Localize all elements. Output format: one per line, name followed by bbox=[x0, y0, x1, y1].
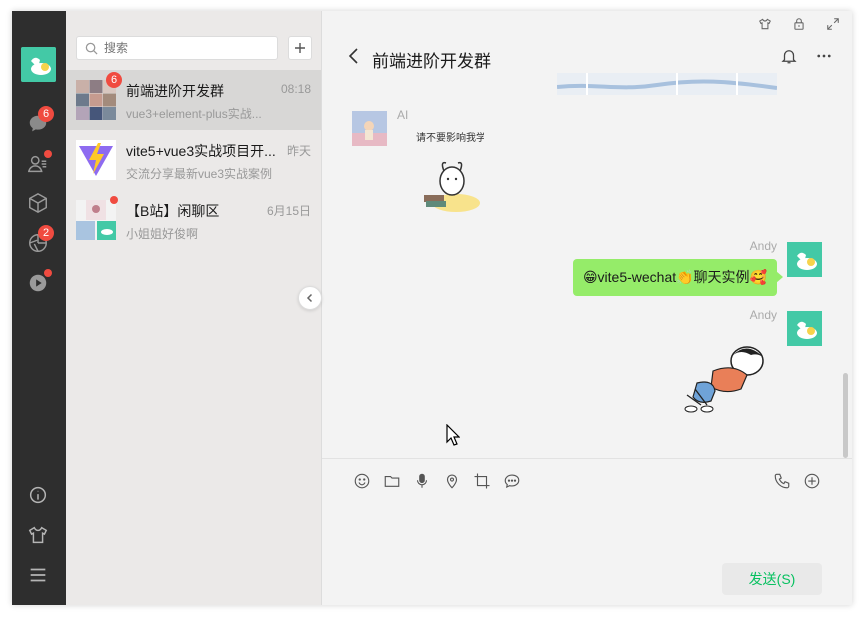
lock-icon[interactable] bbox=[790, 15, 808, 33]
nav-rail: 6 2 bbox=[12, 11, 66, 605]
window-controls bbox=[756, 15, 842, 33]
session-dot bbox=[110, 196, 118, 204]
info-icon[interactable] bbox=[26, 483, 50, 507]
session-name: vite5+vue3实战项目开... bbox=[126, 143, 276, 159]
sticker-image[interactable] bbox=[677, 343, 777, 428]
session-last-message: 小姐姐好俊啊 bbox=[126, 227, 199, 241]
message-nickname: AI bbox=[397, 108, 409, 122]
contacts-dot bbox=[44, 150, 52, 158]
moments-icon[interactable]: 2 bbox=[26, 225, 54, 255]
sticker-text: 请不要影响我学习 bbox=[416, 131, 484, 144]
session-item[interactable]: 6 前端进阶开发群 08:18 vue3+element-plus实战... bbox=[66, 70, 321, 130]
send-button[interactable]: 发送(S) bbox=[722, 563, 822, 595]
session-badge: 6 bbox=[106, 72, 122, 88]
session-item[interactable]: 【B站】闲聊区 6月15日 小姐姐好俊啊 bbox=[66, 190, 321, 250]
chat-title: 前端进阶开发群 bbox=[372, 52, 491, 71]
more-icon[interactable] bbox=[814, 47, 834, 65]
skin-icon[interactable] bbox=[756, 15, 774, 33]
session-time: 08:18 bbox=[280, 82, 311, 96]
message-bubble[interactable]: 😁vite5-wechat👏聊天实例🥰 bbox=[572, 259, 784, 296]
theme-icon[interactable] bbox=[26, 523, 50, 547]
maximize-icon[interactable] bbox=[824, 15, 842, 33]
plus-icon bbox=[295, 43, 305, 53]
chat-bubble-icon[interactable] bbox=[502, 471, 522, 491]
back-icon[interactable] bbox=[346, 47, 362, 65]
moments-badge: 2 bbox=[38, 225, 54, 241]
add-button[interactable] bbox=[288, 36, 312, 60]
chat-icon[interactable]: 6 bbox=[26, 106, 54, 136]
video-dot bbox=[44, 269, 52, 277]
message-nickname: Andy bbox=[749, 308, 777, 322]
search-box[interactable] bbox=[76, 36, 278, 60]
wechat-window: 6 2 搜索 6 前端进阶开发群 08:18 vue3+element-plus… bbox=[12, 11, 852, 605]
emoji-icon[interactable] bbox=[352, 471, 372, 491]
composer-toolbar-right bbox=[772, 471, 822, 491]
vite-logo-avatar bbox=[76, 140, 116, 180]
menu-icon[interactable] bbox=[26, 563, 50, 587]
session-list: 6 前端进阶开发群 08:18 vue3+element-plus实战... v… bbox=[66, 11, 322, 605]
session-time: 昨天 bbox=[286, 144, 311, 158]
search-icon bbox=[85, 42, 98, 55]
group-avatar bbox=[76, 200, 116, 240]
message-list[interactable]: AI 请不要影响我学习 Andy 😁vite5-wechat👏聊天实例🥰 And… bbox=[322, 73, 852, 458]
message-nickname: Andy bbox=[749, 239, 777, 253]
plus-circle-icon[interactable] bbox=[802, 471, 822, 491]
chat-header: 前端进阶开发群 bbox=[322, 39, 852, 75]
session-item[interactable]: vite5+vue3实战项目开... 昨天 交流分享最新vue3实战案例 bbox=[66, 130, 321, 190]
scrollbar[interactable] bbox=[843, 373, 848, 458]
chat-panel: 前端进阶开发群 AI 请不要影响我学习 bbox=[322, 11, 852, 605]
message-composer: 发送(S) bbox=[322, 458, 852, 605]
session-time: 6月15日 bbox=[266, 204, 311, 218]
session-name: 【B站】闲聊区 bbox=[126, 203, 220, 219]
andy-avatar[interactable] bbox=[787, 242, 822, 277]
map-image[interactable] bbox=[556, 73, 778, 95]
chat-badge: 6 bbox=[38, 106, 54, 122]
folder-icon[interactable] bbox=[382, 471, 402, 491]
location-icon[interactable] bbox=[442, 471, 462, 491]
phone-icon[interactable] bbox=[772, 471, 792, 491]
ai-avatar[interactable] bbox=[352, 111, 387, 146]
andy-avatar[interactable] bbox=[787, 311, 822, 346]
bell-icon[interactable] bbox=[780, 47, 798, 65]
my-avatar[interactable] bbox=[21, 47, 56, 82]
mic-icon[interactable] bbox=[412, 471, 432, 491]
composer-toolbar bbox=[352, 471, 522, 491]
cube-icon[interactable] bbox=[26, 191, 50, 215]
mouse-cursor bbox=[446, 424, 460, 446]
session-name: 前端进阶开发群 bbox=[126, 83, 224, 99]
sticker-image[interactable]: 请不要影响我学习 bbox=[414, 127, 496, 217]
session-last-message: vue3+element-plus实战... bbox=[126, 107, 262, 121]
chevron-left-icon bbox=[306, 293, 313, 303]
crop-icon[interactable] bbox=[472, 471, 492, 491]
session-last-message: 交流分享最新vue3实战案例 bbox=[126, 167, 273, 181]
video-icon[interactable] bbox=[26, 269, 52, 295]
collapse-sidebar-button[interactable] bbox=[298, 286, 322, 310]
search-input[interactable] bbox=[104, 41, 274, 55]
contacts-icon[interactable] bbox=[26, 150, 52, 176]
